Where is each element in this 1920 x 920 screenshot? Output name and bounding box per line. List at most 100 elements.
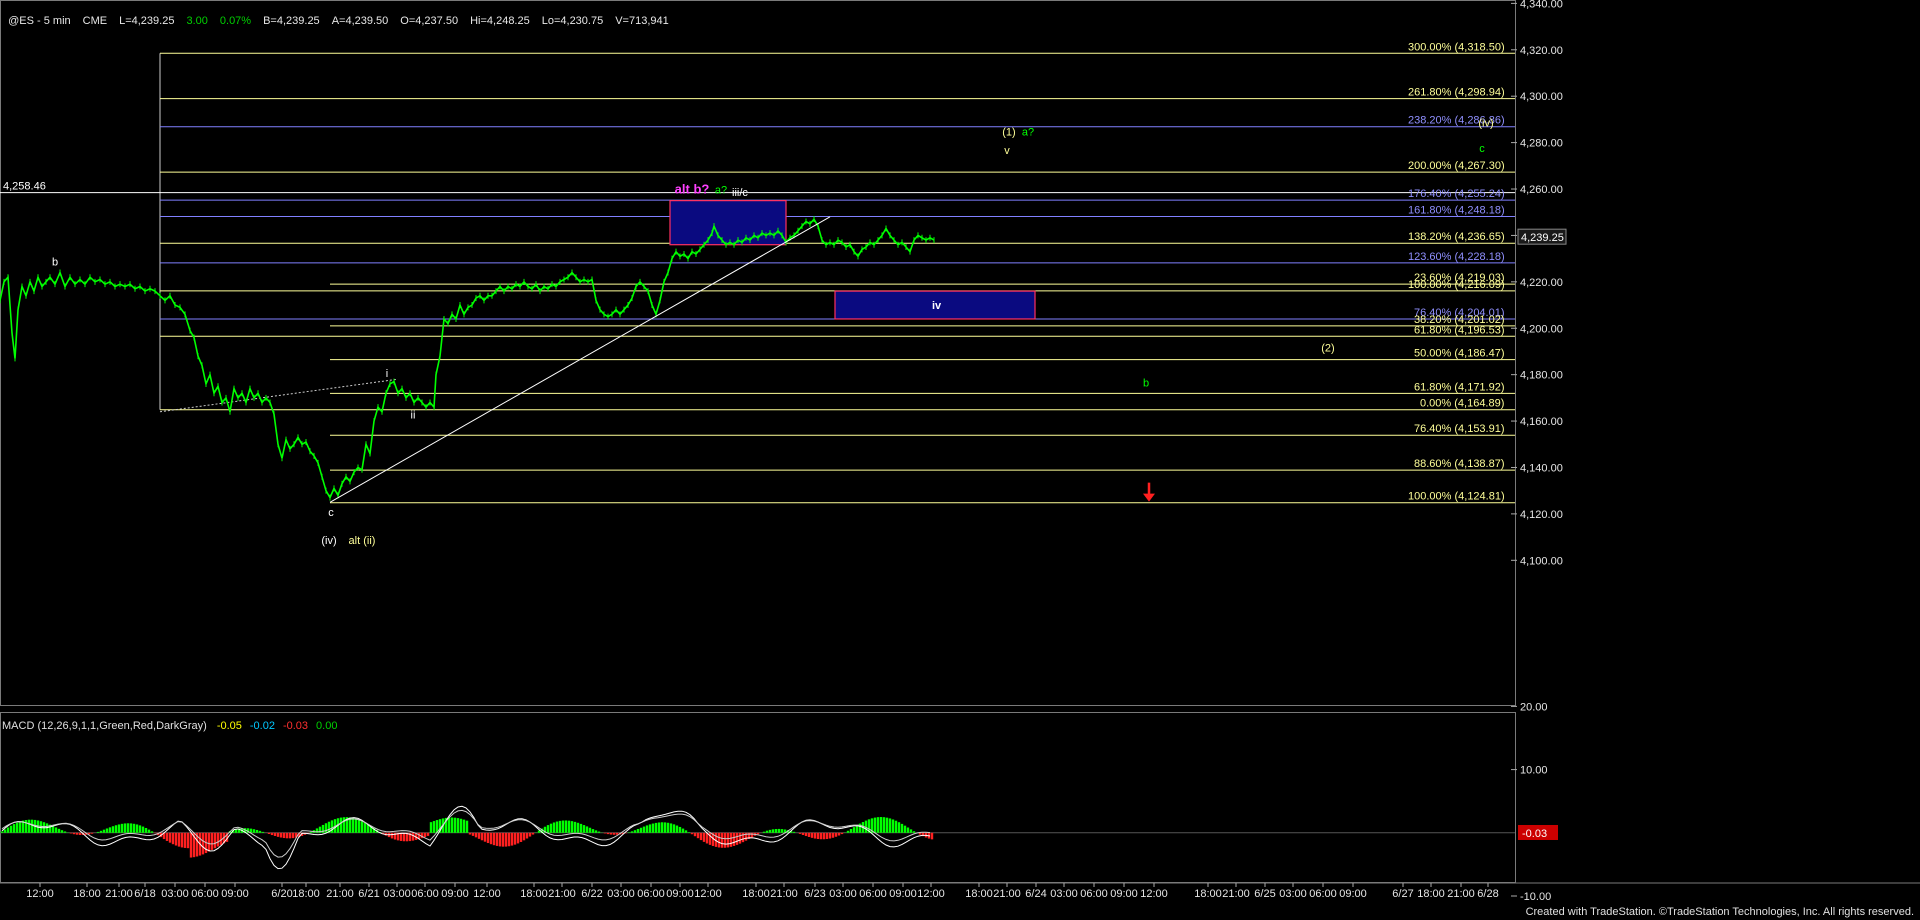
wave-label: a? (1022, 127, 1034, 139)
wave-label: (iv) (1478, 117, 1493, 129)
time-axis-label: 18:00 (742, 888, 770, 900)
wave-label: (iv) (321, 535, 336, 547)
time-axis-label: 12:00 (473, 888, 501, 900)
box-label: iv (932, 300, 942, 312)
time-axis-label: 09:00 (1110, 888, 1138, 900)
wave-label: v (1004, 145, 1010, 157)
time-axis-label: 09:00 (441, 888, 469, 900)
time-axis-label: 21:00 (105, 888, 133, 900)
time-axis-label: 6/28 (1477, 888, 1498, 900)
fib-level-label: 0.00% (4,164.89) (1420, 398, 1504, 410)
wave-label: alt (ii) (349, 535, 376, 547)
time-axis-label: 06:00 (411, 888, 439, 900)
last-price-label: 4,239.25 (1521, 232, 1564, 244)
time-axis-label: 03:00 (829, 888, 857, 900)
time-axis-label: 12:00 (1140, 888, 1168, 900)
price-axis-label: 4,180.00 (1520, 370, 1563, 382)
time-axis-label: 06:00 (191, 888, 219, 900)
wave-label: (1) (1002, 127, 1015, 139)
alt-b-target-box (669, 200, 787, 246)
time-axis-label: 6/20 (271, 888, 292, 900)
left-price-label: 4,258.46 (3, 181, 46, 193)
time-axis-label: 03:00 (607, 888, 635, 900)
wave-label: alt b? (675, 182, 710, 197)
price-axis-label: 4,320.00 (1520, 45, 1563, 57)
time-axis-label: 18:00 (1417, 888, 1445, 900)
price-axis-label: 4,140.00 (1520, 462, 1563, 474)
price-axis-label: 4,220.00 (1520, 277, 1563, 289)
macd-value-2: -0.02 (249, 720, 275, 732)
macd-header: MACD (12,26,9,1,1,Green,Red,DarkGray) -0.… (2, 720, 337, 732)
macd-axis-label: 20.00 (1520, 701, 1548, 713)
high-price: Hi=4,248.25 (470, 15, 530, 27)
open-price: O=4,237.50 (400, 15, 459, 27)
fib-level-label: 200.00% (4,267.30) (1408, 160, 1505, 172)
time-axis-label: 09:00 (1339, 888, 1367, 900)
time-axis-label: 06:00 (1080, 888, 1108, 900)
time-axis-label: 18:00 (73, 888, 101, 900)
wave-label: (2) (1321, 342, 1334, 354)
fib-level-label: 100.00% (4,216.09) (1408, 279, 1505, 291)
symbol-label: @ES - 5 min (8, 15, 71, 27)
wave-label: c (328, 507, 334, 519)
macd-axis-label: 10.00 (1520, 765, 1548, 777)
time-axis-label: 03:00 (383, 888, 411, 900)
time-axis-label: 03:00 (161, 888, 189, 900)
chart-background (0, 0, 1920, 920)
price-chart[interactable]: 4,100.00 4,120.00 4,140.00 4,160.00 4,180.00… (0, 0, 1920, 920)
price-axis-label: 4,340.00 (1520, 0, 1563, 10)
price-axis-label: 4,200.00 (1520, 323, 1563, 335)
time-axis-label: 09:00 (666, 888, 694, 900)
time-axis-label: 6/21 (358, 888, 379, 900)
fib-level-label: 88.60% (4,138.87) (1414, 458, 1505, 470)
time-axis-label: 12:00 (917, 888, 945, 900)
price-axis-label: 4,100.00 (1520, 555, 1563, 567)
price-axis-label: 4,160.00 (1520, 416, 1563, 428)
time-axis-label: 21:00 (1222, 888, 1250, 900)
time-axis-label: 03:00 (1050, 888, 1078, 900)
time-axis-label: 06:00 (637, 888, 665, 900)
time-axis-label: 6/23 (804, 888, 825, 900)
time-axis-label: 12:00 (26, 888, 54, 900)
time-axis-label: 21:00 (1447, 888, 1475, 900)
macd-value-4: 0.00 (316, 720, 338, 732)
bid-price: B=4,239.25 (263, 15, 320, 27)
fib-level-label: 161.80% (4,248.18) (1408, 204, 1505, 216)
price-axis-label: 4,300.00 (1520, 91, 1563, 103)
time-axis-label: 6/25 (1254, 888, 1275, 900)
time-axis-label: 03:00 (1279, 888, 1307, 900)
time-axis-label: 18:00 (1194, 888, 1222, 900)
net-change: 3.00 (186, 15, 208, 27)
wave-label: iii/c (732, 187, 748, 199)
fib-level-label: 176.40% (4,255.24) (1408, 188, 1505, 200)
fib-level-label: 76.40% (4,153.91) (1414, 423, 1505, 435)
macd-axis-label: -10.00 (1520, 891, 1551, 903)
chart-header: @ES - 5 min CME L=4,239.25 3.00 0.07% B=4,239… (2, 3, 681, 27)
ask-price: A=4,239.50 (331, 15, 389, 27)
wave-label: a? (715, 185, 727, 197)
time-axis-label: 6/22 (581, 888, 602, 900)
time-axis-label: 21:00 (993, 888, 1021, 900)
wave-label: ii (411, 410, 416, 422)
last-price: L=4,239.25 (119, 15, 175, 27)
pct-change: 0.07% (219, 15, 252, 27)
fib-level-label: 61.80% (4,171.92) (1414, 381, 1505, 393)
price-axis-label: 4,260.00 (1520, 184, 1563, 196)
fib-level-label: 300.00% (4,318.50) (1408, 41, 1505, 53)
fib-level-label: 50.00% (4,186.47) (1414, 348, 1505, 360)
volume: V=713,941 (615, 15, 669, 27)
wave-label: b (1143, 377, 1149, 389)
wave-label: i (386, 368, 388, 380)
wave-label: c (1479, 143, 1485, 155)
time-axis-label: 21:00 (770, 888, 798, 900)
fib-level-label: 61.80% (4,196.53) (1414, 324, 1505, 336)
time-axis-label: 21:00 (326, 888, 354, 900)
time-axis-label: 18:00 (292, 888, 320, 900)
exchange-label: CME (82, 15, 108, 27)
macd-current-label: -0.03 (1522, 828, 1547, 840)
low-price: Lo=4,230.75 (541, 15, 604, 27)
price-axis-label: 4,120.00 (1520, 509, 1563, 521)
time-axis-label: 06:00 (859, 888, 887, 900)
time-axis-label: 06:00 (1309, 888, 1337, 900)
time-axis-label: 6/24 (1025, 888, 1046, 900)
